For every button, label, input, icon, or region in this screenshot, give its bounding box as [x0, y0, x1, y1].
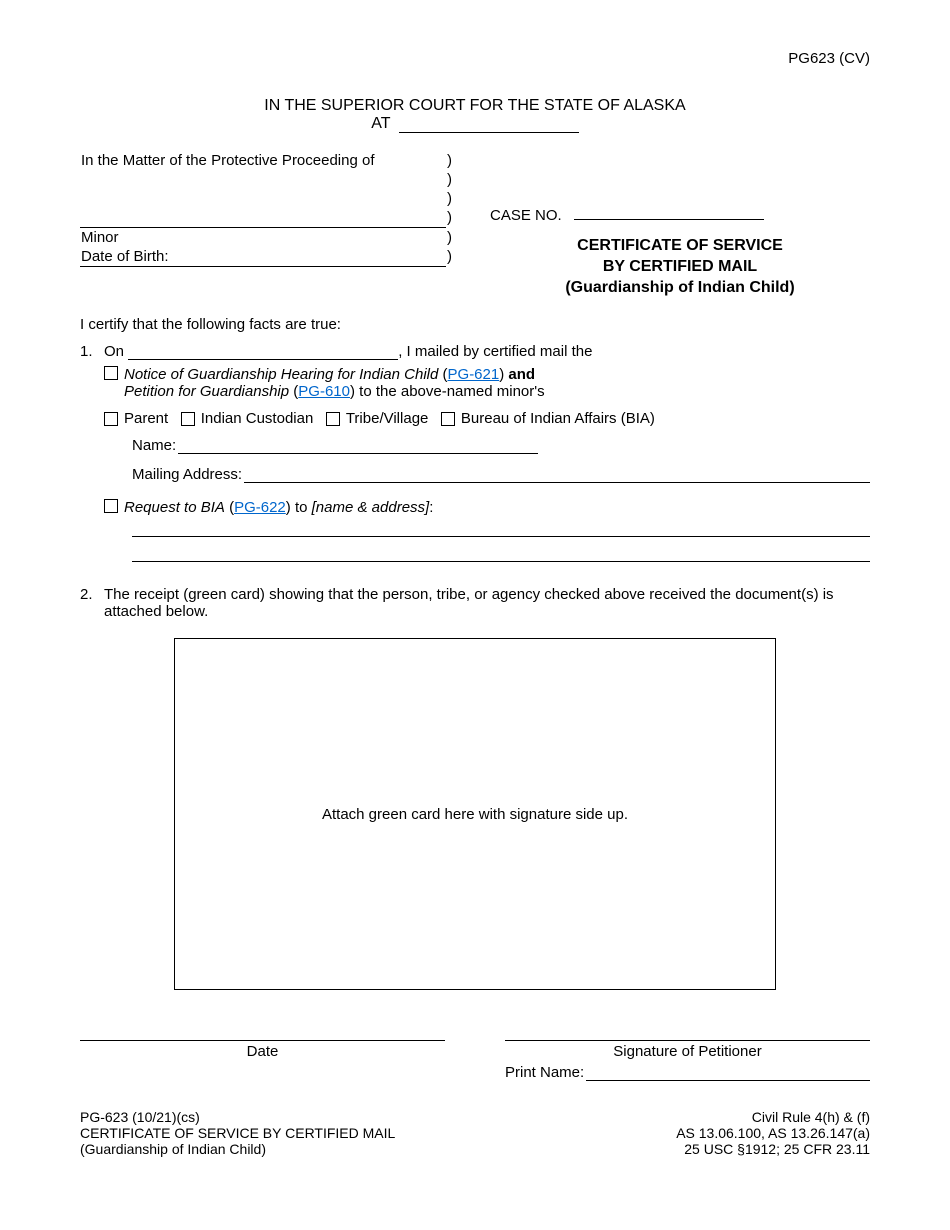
link-pg622[interactable]: PG-622 — [234, 499, 286, 516]
notice-text: Notice of Guardianship Hearing for India… — [124, 366, 438, 383]
request-text: Request to BIA — [124, 499, 225, 516]
certify-statement: I certify that the following facts are t… — [80, 316, 870, 333]
item-1-body: On , I mailed by certified mail the Noti… — [104, 343, 870, 566]
attach-box: Attach green card here with signature si… — [174, 638, 776, 990]
minor-text: to the above-named minor's — [359, 383, 544, 400]
footer-left: PG-623 (10/21)(cs) CERTIFICATE OF SERVIC… — [80, 1109, 395, 1157]
caption-left: In the Matter of the Protective Proceedi… — [80, 151, 460, 298]
name-field-row: Name: — [132, 437, 870, 454]
addr-input[interactable] — [244, 466, 870, 483]
title-line2: BY CERTIFIED MAIL — [603, 258, 757, 275]
minor-label: Minor — [80, 228, 446, 248]
checkbox-parent[interactable] — [104, 412, 118, 426]
mailed-suffix: , I mailed by certified mail the — [398, 343, 592, 360]
case-no-label: CASE NO. — [490, 207, 562, 224]
petitioner-signature-line[interactable]: Signature of Petitioner — [505, 1040, 870, 1060]
recipient-row: Parent Indian Custodian Tribe/Village Bu… — [104, 410, 870, 427]
link-pg621[interactable]: PG-621 — [448, 366, 500, 383]
footer-right: Civil Rule 4(h) & (f) AS 13.06.100, AS 1… — [676, 1109, 870, 1157]
address-field-row: Mailing Address: — [132, 466, 870, 483]
date-label: Date — [247, 1043, 279, 1060]
print-name-label: Print Name: — [505, 1064, 584, 1081]
link-pg610[interactable]: PG-610 — [298, 383, 350, 400]
footer-left-2: CERTIFICATE OF SERVICE BY CERTIFIED MAIL — [80, 1125, 395, 1141]
petitioner-column: Signature of Petitioner Print Name: — [505, 1040, 870, 1081]
paren: ) — [446, 170, 460, 189]
paren: ) — [446, 228, 460, 248]
matter-text: In the Matter of the Protective Proceedi… — [80, 151, 446, 170]
and-text: and — [508, 366, 535, 383]
document-title: CERTIFICATE OF SERVICE BY CERTIFIED MAIL… — [490, 236, 870, 298]
request-to: to — [295, 499, 308, 516]
print-name-row: Print Name: — [505, 1064, 870, 1081]
petitioner-label: Signature of Petitioner — [613, 1043, 761, 1060]
date-column: Date — [80, 1040, 445, 1081]
petition-text: Petition for Guardianship — [124, 383, 289, 400]
notice-block: Notice of Guardianship Hearing for India… — [124, 366, 545, 400]
checkbox-custodian[interactable] — [181, 412, 195, 426]
print-name-input[interactable] — [586, 1064, 870, 1081]
case-no-input[interactable] — [574, 219, 764, 220]
item-2-text: The receipt (green card) showing that th… — [104, 586, 870, 620]
on-label: On — [104, 343, 124, 360]
label-tribe: Tribe/Village — [346, 410, 429, 427]
title-line1: CERTIFICATE OF SERVICE — [577, 237, 783, 254]
name-label: Name: — [132, 437, 176, 454]
signature-area: Date Signature of Petitioner Print Name: — [80, 1040, 870, 1081]
checkbox-request-bia[interactable] — [104, 499, 118, 513]
label-parent: Parent — [124, 410, 168, 427]
paren: ) — [446, 151, 460, 170]
addr-label: Mailing Address: — [132, 466, 242, 483]
dob-label: Date of Birth: — [81, 248, 169, 265]
title-line3: (Guardianship of Indian Child) — [565, 279, 794, 296]
case-caption: In the Matter of the Protective Proceedi… — [80, 151, 870, 298]
footer-right-3: 25 USC §1912; 25 CFR 23.11 — [684, 1141, 870, 1157]
at-input-line[interactable] — [399, 132, 579, 133]
footer-left-3: (Guardianship of Indian Child) — [80, 1141, 266, 1157]
paren: ) — [446, 208, 460, 228]
item-2: 2. The receipt (green card) showing that… — [80, 586, 870, 620]
caption-right: CASE NO. CERTIFICATE OF SERVICE BY CERTI… — [460, 151, 870, 298]
paren: ) — [446, 247, 460, 267]
checkbox-notice[interactable] — [104, 366, 118, 380]
paren: ) — [446, 189, 460, 208]
footer-right-1: Civil Rule 4(h) & (f) — [752, 1109, 870, 1125]
checkbox-tribe[interactable] — [326, 412, 340, 426]
paren-close3: ) — [286, 499, 295, 516]
form-page: PG623 (CV) IN THE SUPERIOR COURT FOR THE… — [0, 0, 950, 1230]
name-address-ital: [name & address] — [312, 499, 430, 516]
name-input[interactable] — [178, 437, 538, 454]
paren-close2: ) — [350, 383, 359, 400]
footer-left-1: PG-623 (10/21)(cs) — [80, 1109, 200, 1125]
page-footer: PG-623 (10/21)(cs) CERTIFICATE OF SERVIC… — [80, 1109, 870, 1157]
label-bia: Bureau of Indian Affairs (BIA) — [461, 410, 655, 427]
attach-text: Attach green card here with signature si… — [322, 806, 628, 823]
request-block: Request to BIA (PG-622) to [name & addre… — [124, 499, 433, 516]
court-header: IN THE SUPERIOR COURT FOR THE STATE OF A… — [80, 97, 870, 133]
paren-close: ) — [499, 366, 508, 383]
request-line-1[interactable] — [132, 516, 870, 537]
label-custodian: Indian Custodian — [201, 410, 314, 427]
item-2-number: 2. — [80, 586, 104, 620]
item-1-number: 1. — [80, 343, 104, 566]
court-title: IN THE SUPERIOR COURT FOR THE STATE OF A… — [264, 97, 685, 114]
date-signature-line[interactable]: Date — [80, 1040, 445, 1060]
request-line-2[interactable] — [132, 541, 870, 562]
item-1: 1. On , I mailed by certified mail the N… — [80, 343, 870, 566]
case-no-row: CASE NO. — [490, 207, 870, 224]
checkbox-bia[interactable] — [441, 412, 455, 426]
on-date-input[interactable] — [128, 359, 398, 360]
at-label: AT — [371, 115, 390, 132]
form-code-header: PG623 (CV) — [80, 50, 870, 67]
footer-right-2: AS 13.06.100, AS 13.26.147(a) — [676, 1125, 870, 1141]
